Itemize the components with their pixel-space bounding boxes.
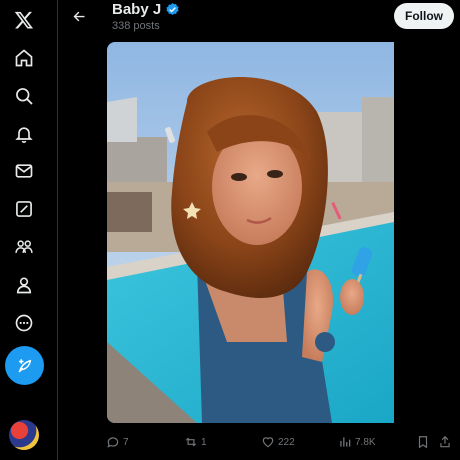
share-icon	[440, 435, 450, 448]
views-chart-icon	[340, 437, 351, 447]
repost-icon	[185, 437, 197, 447]
bookmark-icon	[418, 436, 428, 449]
arrow-left-icon	[73, 11, 84, 21]
reply-count: 7	[123, 436, 129, 448]
back-button[interactable]	[66, 3, 92, 29]
profile-title: Baby J	[112, 1, 180, 18]
post-button[interactable]	[5, 346, 44, 385]
profile-header: Baby J 338 posts Follow	[58, 0, 460, 34]
verified-badge-icon	[166, 2, 179, 15]
mail-icon[interactable]	[4, 151, 44, 191]
x-logo-icon[interactable]	[4, 0, 44, 40]
post-count: 338 posts	[112, 20, 160, 32]
share-button[interactable]	[438, 432, 452, 452]
profile-icon[interactable]	[4, 265, 44, 305]
bell-icon[interactable]	[4, 114, 44, 154]
nav-divider	[57, 0, 58, 460]
media-viewer	[107, 42, 454, 423]
bookmark-button[interactable]	[416, 432, 430, 452]
views-button[interactable]: 7.8K	[338, 432, 376, 452]
like-button[interactable]: 222	[261, 432, 295, 452]
heart-icon	[262, 437, 274, 448]
account-avatar[interactable]	[9, 420, 39, 450]
app-window: Baby J 338 posts Follow 7 1 222 7.8K	[0, 0, 460, 460]
reply-icon	[107, 437, 119, 448]
feather-plus-icon	[17, 358, 31, 373]
repost-count: 1	[201, 436, 207, 448]
home-icon[interactable]	[4, 38, 44, 78]
like-count: 222	[278, 436, 295, 448]
post-actions: 7 1 222 7.8K	[58, 428, 460, 456]
more-icon[interactable]	[4, 303, 44, 343]
communities-icon[interactable]	[4, 227, 44, 267]
reply-button[interactable]: 7	[106, 432, 129, 452]
views-count: 7.8K	[355, 436, 376, 448]
search-icon[interactable]	[4, 76, 44, 116]
left-nav	[0, 0, 52, 460]
follow-button[interactable]: Follow	[394, 3, 454, 29]
post-photo[interactable]	[107, 42, 394, 423]
profile-name: Baby J	[112, 1, 162, 18]
repost-button[interactable]: 1	[184, 432, 207, 452]
grok-icon[interactable]	[4, 189, 44, 229]
